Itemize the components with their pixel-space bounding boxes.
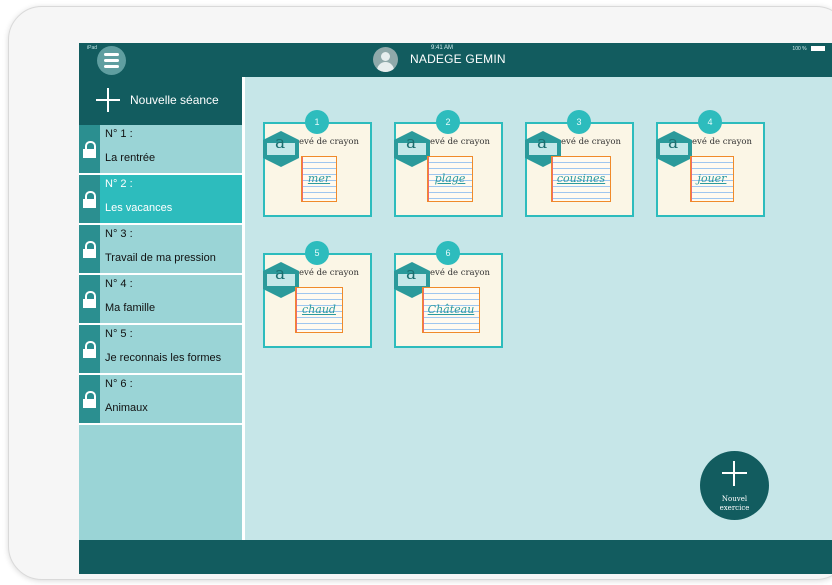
session-number: N° 3 : [105,228,133,240]
unlock-icon [83,191,97,209]
exercise-type: evé de crayon [299,268,360,278]
lock-area[interactable] [79,375,100,423]
unlock-icon [83,391,97,409]
session-title: Animaux [105,402,148,414]
new-session-label: Nouvelle séance [130,93,219,107]
status-time: 9:41 AM [431,45,454,51]
status-battery: 100 % [792,46,825,52]
session-number: N° 6 : [105,378,133,390]
user-icon [381,52,390,61]
session-item[interactable]: N° 2 : Les vacances [79,175,242,225]
exercise-number: 1 [305,110,329,134]
exercise-type: evé de crayon [430,268,491,278]
exercise-word: chaud [302,303,336,316]
lock-area[interactable] [79,225,100,273]
exercise-letter: a [275,264,286,284]
session-item[interactable]: N° 6 : Animaux [79,375,242,425]
user-name: NADEGE GEMIN [410,52,506,66]
bottom-bar [79,540,832,574]
exercise-card[interactable]: 2 a evé de crayon plage [394,110,503,217]
app-screen: iPad 9:41 AM 100 % NADEGE GEMIN Nouvelle… [79,43,832,574]
writing-paper: cousines [551,156,611,202]
menu-button[interactable] [97,46,126,75]
unlock-icon [83,241,97,259]
lock-area[interactable] [79,275,100,323]
new-exercise-button[interactable]: Nouvel exercice [700,451,769,520]
session-item[interactable]: N° 3 : Travail de ma pression [79,225,242,275]
exercise-card[interactable]: 3 a evé de crayon cousines [525,110,634,217]
sidebar: Nouvelle séance N° 1 : La rentrée N° 2 : Le… [79,77,245,540]
session-item[interactable]: N° 5 : Je reconnais les formes [79,325,242,375]
exercise-card[interactable]: 4 a evé de crayon jouer [656,110,765,217]
exercise-type: evé de crayon [692,137,753,147]
writing-paper: chaud [295,287,343,333]
exercise-card[interactable]: 1 a evé de crayon mer [263,110,372,217]
unlock-icon [83,341,97,359]
exercise-card[interactable]: 6 a evé de crayon Château [394,241,503,348]
menu-icon [104,53,119,56]
session-title: Travail de ma pression [105,252,216,264]
exercise-type: evé de crayon [299,137,360,147]
exercise-card[interactable]: 5 a evé de crayon chaud [263,241,372,348]
session-item[interactable]: N° 4 : Ma famille [79,275,242,325]
exercise-letter: a [406,264,417,284]
unlock-icon [83,291,97,309]
exercise-letter: a [537,133,548,153]
session-number: N° 4 : [105,278,133,290]
tablet-frame: iPad 9:41 AM 100 % NADEGE GEMIN Nouvelle… [8,6,832,580]
session-number: N° 1 : [105,128,133,140]
battery-percent: 100 % [792,46,807,52]
lock-area[interactable] [79,325,100,373]
exercise-letter: a [275,133,286,153]
exercise-word: cousines [556,172,606,185]
writing-paper: jouer [690,156,734,202]
new-exercise-label-1: Nouvel [721,495,748,503]
writing-paper: mer [301,156,337,202]
exercise-number: 3 [567,110,591,134]
exercise-word: mer [307,172,331,185]
plus-icon [722,461,747,486]
exercise-number: 5 [305,241,329,265]
avatar[interactable] [373,47,398,72]
lock-area[interactable] [79,175,100,223]
unlock-icon [83,141,97,159]
exercise-number: 6 [436,241,460,265]
exercise-word: jouer [697,172,727,185]
writing-paper: Château [422,287,480,333]
session-title: Ma famille [105,302,156,314]
top-bar: iPad 9:41 AM 100 % NADEGE GEMIN [79,43,832,77]
exercise-word: plage [434,172,466,185]
exercise-type: evé de crayon [561,137,622,147]
new-exercise-label-2: exercice [719,504,750,512]
new-session-button[interactable]: Nouvelle séance [79,77,242,125]
session-title: Je reconnais les formes [105,352,222,364]
lock-area[interactable] [79,125,100,173]
exercise-letter: a [668,133,679,153]
plus-icon [96,88,120,112]
exercise-type: evé de crayon [430,137,491,147]
session-title: Les vacances [105,202,173,214]
exercise-word: Château [427,303,475,316]
writing-paper: plage [427,156,473,202]
exercise-number: 2 [436,110,460,134]
session-item[interactable]: N° 1 : La rentrée [79,125,242,175]
exercise-letter: a [406,133,417,153]
status-carrier: iPad [87,45,98,51]
session-number: N° 2 : [105,178,133,190]
battery-icon [811,46,825,52]
exercise-number: 4 [698,110,722,134]
session-number: N° 5 : [105,328,133,340]
session-title: La rentrée [105,152,156,164]
